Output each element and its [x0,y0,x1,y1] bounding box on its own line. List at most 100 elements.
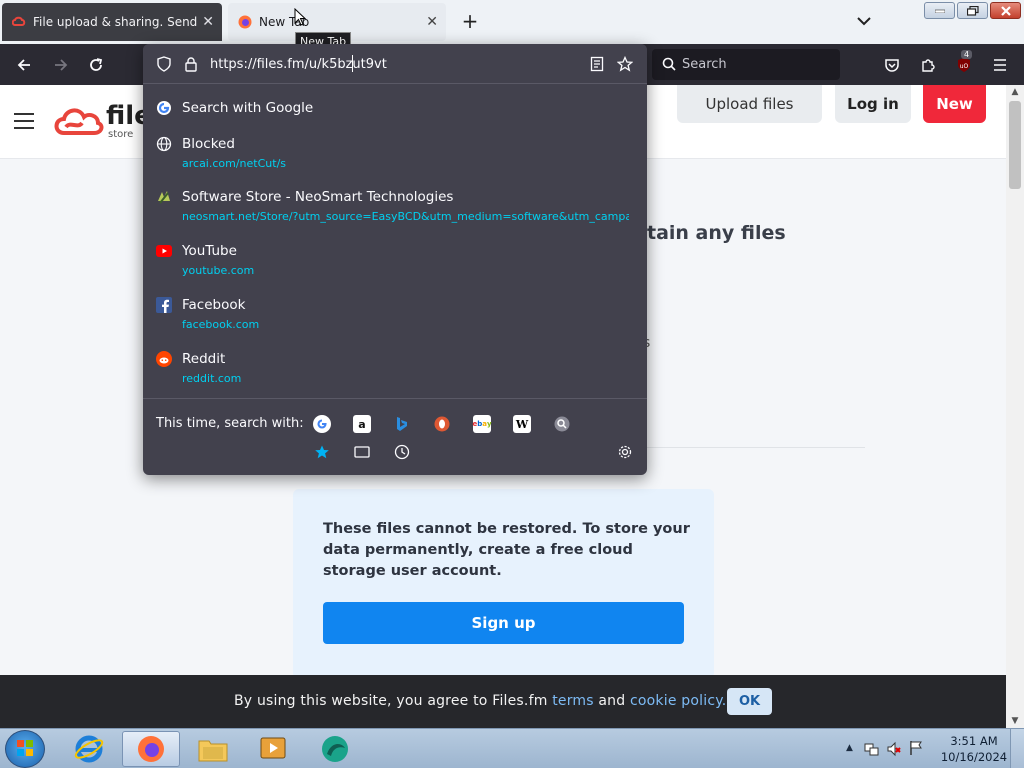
one-off-search-bar: This time, search with: a ebay W [143,398,647,460]
upload-files-button[interactable]: Upload files [677,85,822,123]
reader-view-icon[interactable] [589,56,605,72]
ebay-engine-icon[interactable]: ebay [472,415,492,433]
extension-badge: 4 [961,50,973,59]
scroll-up-arrow-icon[interactable]: ▲ [1010,87,1020,97]
result-title: Software Store - NeoSmart Technologies [182,189,454,205]
volume-muted-icon[interactable] [886,741,902,757]
urlbar-dropdown: https://files.fm/u/k5bzut9vt Search with… [143,44,647,475]
close-tab-icon[interactable]: ✕ [202,14,214,30]
tracking-shield-icon[interactable] [156,56,172,72]
extensions-puzzle-icon[interactable] [917,54,939,76]
facebook-icon [156,297,172,313]
cookie-text: and [593,693,630,709]
result-url: reddit.com [182,372,242,385]
svg-text:uO: uO [960,63,969,70]
files-fm-logo[interactable]: file store [52,101,152,143]
list-all-tabs-icon[interactable] [854,11,874,31]
show-desktop-button[interactable] [1010,729,1024,768]
action-center-flag-icon[interactable] [908,740,924,756]
logo-subtitle: store [108,129,134,140]
taskbar-clock[interactable]: 3:51 AM 10/16/2024 [940,733,1008,765]
search-input[interactable]: Search [652,49,840,80]
new-tab-button[interactable]: + [458,9,482,33]
cloud-logo-icon [54,108,104,135]
duckduckgo-engine-icon[interactable] [433,415,451,433]
teal-app-taskbar-icon[interactable] [306,731,364,767]
google-engine-icon[interactable] [313,415,331,433]
page-scrollbar[interactable]: ▲ ▼ [1006,85,1024,728]
result-url: youtube.com [182,264,255,277]
tab-files-fm[interactable]: File upload & sharing. Send large files … [2,3,222,41]
clock-time: 3:51 AM [950,734,998,748]
restore-notice-text: These files cannot be restored. To store… [323,521,690,579]
result-url: neosmart.net/Store/?utm_source=EasyBCD&u… [182,210,629,223]
result-title: Reddit [182,351,226,367]
file-explorer-taskbar-icon[interactable] [184,731,242,767]
other-search-engine-icon[interactable] [553,415,571,433]
back-arrow-icon[interactable] [13,54,35,76]
result-title: YouTube [182,243,237,259]
bookmark-star-icon[interactable] [617,56,633,72]
cookie-message: By using this website, you agree to File… [234,693,726,709]
url-text: https://files.fm/u/k5bzut9vt [210,57,387,72]
result-title: Blocked [182,136,235,152]
page-heading-fragment: tain any files [647,222,786,244]
sign-up-button[interactable]: Sign up [323,602,684,644]
pocket-icon[interactable] [881,54,903,76]
scrollbar-thumb[interactable] [1009,101,1021,189]
close-window-button[interactable] [990,2,1021,19]
cookie-policy-link[interactable]: cookie policy. [630,693,726,709]
tab-strip: File upload & sharing. Send large files … [0,0,1024,51]
text-caret [352,55,353,72]
close-tab-icon[interactable]: ✕ [426,14,438,30]
url-input[interactable]: https://files.fm/u/k5bzut9vt [143,44,647,84]
wikipedia-engine-icon[interactable]: W [513,415,531,433]
window-controls [924,2,1021,19]
firefox-taskbar-icon[interactable] [122,731,180,767]
app-menu-icon[interactable] [989,54,1011,76]
bing-engine-icon[interactable] [393,415,411,433]
history-clock-icon[interactable] [393,443,411,461]
terms-link[interactable]: terms [552,693,594,709]
tabs-icon[interactable] [353,443,371,461]
result-url: arcai.com/netCut/s [182,157,287,170]
mouse-cursor-icon [294,8,306,26]
tab-title: File upload & sharing. Send large files [33,15,198,29]
reload-icon[interactable] [85,54,107,76]
log-in-button[interactable]: Log in [835,85,911,123]
start-button[interactable] [5,730,45,768]
network-icon[interactable] [864,741,880,757]
amazon-engine-icon[interactable]: a [353,415,371,433]
media-player-taskbar-icon[interactable] [244,731,302,767]
scroll-down-arrow-icon[interactable]: ▼ [1010,716,1020,726]
google-icon [156,100,172,116]
neosmart-icon [156,189,172,205]
new-button[interactable]: New [923,85,986,123]
minimize-button[interactable] [924,2,955,19]
cookie-ok-button[interactable]: OK [727,688,772,715]
search-placeholder: Search [682,57,727,72]
hamburger-menu-icon[interactable] [14,113,34,129]
clock-date: 10/16/2024 [940,750,1008,764]
bookmarks-star-icon[interactable] [313,443,331,461]
result-url: facebook.com [182,318,260,331]
firefox-favicon-icon [238,15,252,29]
restore-button[interactable] [957,2,988,19]
windows-logo-icon [17,740,33,756]
reddit-icon [156,351,172,367]
forward-arrow-icon[interactable] [50,54,72,76]
windows-taskbar: ▲ 3:51 AM 10/16/2024 [0,728,1024,768]
lock-icon[interactable] [183,56,199,72]
divider [647,447,865,448]
files-fm-favicon-icon [11,15,26,29]
youtube-icon [156,243,172,259]
search-settings-gear-icon[interactable] [616,443,634,461]
restore-notice-card: These files cannot be restored. To store… [293,489,714,679]
internet-explorer-taskbar-icon[interactable] [60,731,118,767]
cookie-banner: By using this website, you agree to File… [0,675,1006,728]
cookie-text: By using this website, you agree to File… [234,693,553,709]
result-title: Search with Google [182,100,314,116]
globe-icon [156,136,172,152]
show-hidden-icons-icon[interactable]: ▲ [846,743,853,753]
search-icon [662,57,676,71]
